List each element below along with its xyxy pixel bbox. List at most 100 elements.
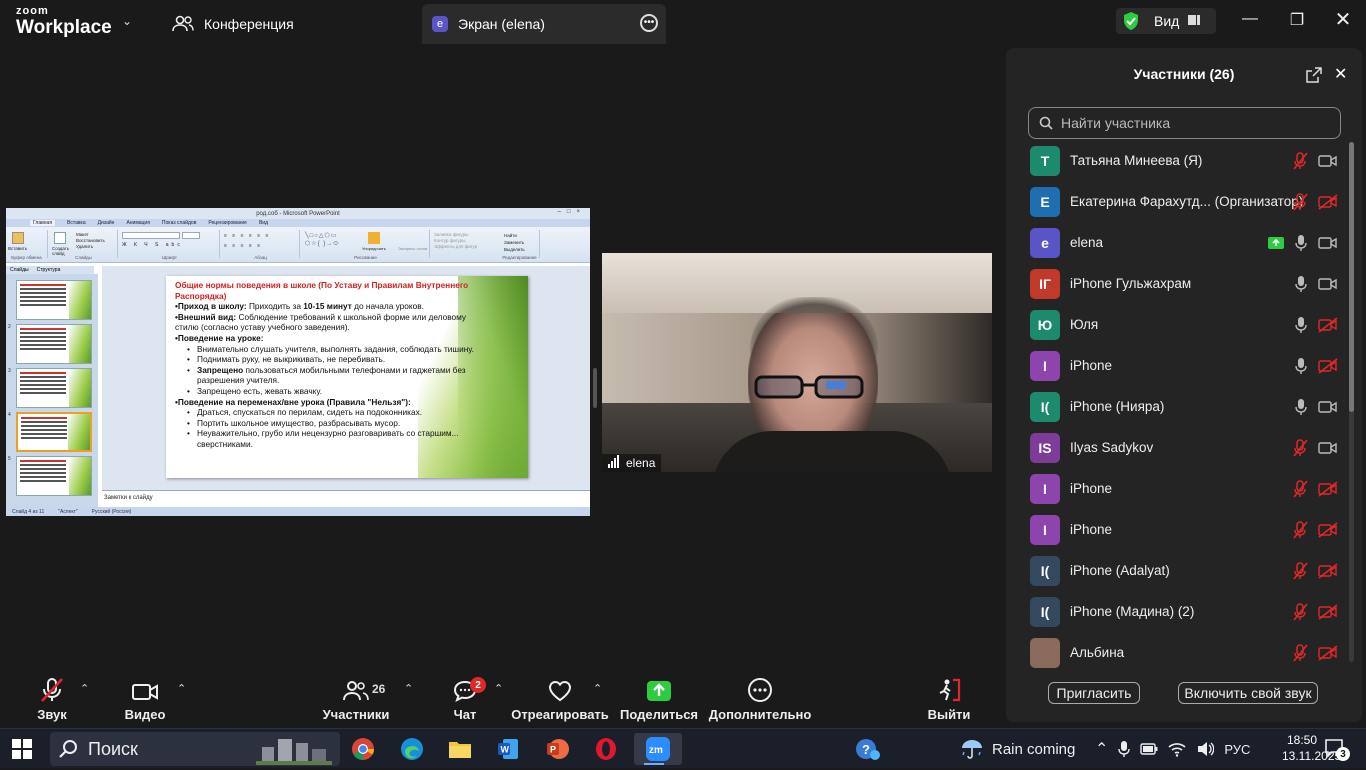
battery-icon[interactable] (1140, 743, 1158, 755)
participant-row[interactable]: I(iPhone (Мадина) (2) (1006, 591, 1350, 632)
volume-icon[interactable] (1196, 741, 1215, 757)
audio-caret-icon[interactable]: ⌃ (80, 682, 89, 695)
participant-row[interactable]: IiPhone (1006, 345, 1350, 386)
camera-icon[interactable] (1318, 441, 1338, 455)
windows-start-icon[interactable] (12, 739, 32, 764)
camera-off-icon[interactable] (1318, 193, 1338, 210)
minimize-icon[interactable]: — (1238, 10, 1262, 28)
share-button[interactable]: Поделиться (609, 676, 709, 722)
mic-icon[interactable] (1294, 234, 1308, 252)
camera-off-icon[interactable] (1318, 562, 1338, 579)
camera-off-icon[interactable] (1318, 480, 1338, 497)
participant-name: Альбина (1070, 645, 1125, 660)
participant-row[interactable]: Альбина (1006, 632, 1350, 668)
participant-status-icons (1268, 234, 1338, 252)
unmute-self-button[interactable]: Включить свой звук (1178, 682, 1318, 704)
zoom-taskbar-icon[interactable]: zm (634, 733, 682, 765)
mic-icon[interactable] (1294, 398, 1308, 416)
chevron-down-icon[interactable]: ⌄ (122, 14, 132, 28)
view-button[interactable]: Вид (1116, 8, 1216, 34)
search-input[interactable] (1061, 115, 1321, 131)
camera-off-icon[interactable] (1318, 521, 1338, 538)
mic-icon[interactable] (1294, 316, 1308, 334)
view-layout-icon (1187, 13, 1201, 30)
participant-row[interactable]: IS Ilyas Sadykov (1006, 427, 1350, 468)
mic-muted-icon[interactable] (1292, 643, 1308, 662)
participant-row[interactable]: I(iPhone (Нияра) (1006, 386, 1350, 427)
system-tray: ⌃ РУС (1095, 729, 1250, 769)
participants-button[interactable]: Участники (306, 676, 406, 722)
pp-status-bar: Слайд 4 из 11 "Аспект" Русский (Россия) (6, 507, 590, 516)
mic-muted-icon[interactable] (1292, 151, 1308, 170)
tab-screen-share[interactable]: e Экран (elena) ••• (422, 4, 666, 44)
close-icon[interactable]: ✕ (1331, 7, 1355, 32)
taskbar-clock[interactable]: 18:50 13.11.2025 (1282, 732, 1341, 764)
participant-row[interactable]: IiPhone (1006, 468, 1350, 509)
pp-tab-animation: Анимация (126, 220, 150, 226)
camera-icon[interactable] (1318, 236, 1338, 250)
more-icon[interactable]: ••• (640, 14, 658, 32)
pp-group-label: Слайды (75, 255, 92, 260)
participant-search[interactable] (1028, 107, 1341, 139)
pp-group-drawing: ╲□○△⬠▭ ⬡☆{ }→⬭ Упорядочить Экспресс-стил… (302, 230, 430, 260)
react-caret-icon[interactable]: ⌃ (593, 682, 602, 695)
participant-row[interactable]: IГ iPhone Гульжахрам (1006, 263, 1350, 304)
mic-muted-icon[interactable] (1292, 602, 1308, 621)
mic-muted-icon[interactable] (1292, 438, 1308, 457)
participant-row[interactable]: IiPhone (1006, 509, 1350, 550)
mic-icon[interactable] (1294, 275, 1308, 293)
chevron-up-icon[interactable]: ⌃ (1095, 739, 1108, 759)
file-explorer-icon[interactable] (440, 733, 480, 765)
pp-window-title: род.соб - Microsoft PowerPoint (256, 210, 340, 217)
language-indicator[interactable]: РУС (1224, 742, 1250, 757)
participant-avatar: I (1030, 350, 1060, 381)
camera-icon[interactable] (1318, 154, 1338, 168)
popout-icon[interactable] (1306, 67, 1322, 83)
taskbar-search[interactable]: Поиск (50, 732, 340, 766)
mic-icon[interactable] (1294, 357, 1308, 375)
invite-button[interactable]: Пригласить (1048, 682, 1140, 704)
video-caret-icon[interactable]: ⌃ (177, 682, 186, 695)
participant-row[interactable]: e elena (1006, 222, 1350, 263)
more-button[interactable]: Дополнительно (709, 676, 811, 722)
chat-caret-icon[interactable]: ⌃ (494, 682, 503, 695)
camera-off-icon[interactable] (1318, 357, 1338, 374)
participant-status-icons (1294, 316, 1338, 334)
pp-slides-tab: Слайды (10, 267, 29, 273)
wifi-icon[interactable] (1168, 741, 1186, 757)
word-icon[interactable]: W (488, 733, 528, 765)
participant-row[interactable]: Т Татьяна Минеева (Я) (1006, 140, 1350, 181)
help-icon[interactable]: ? (848, 733, 888, 765)
participant-row[interactable]: I(iPhone (Adalyat) (1006, 550, 1350, 591)
leave-icon (939, 678, 961, 702)
camera-off-icon[interactable] (1318, 316, 1338, 333)
participant-row[interactable]: Е Екатерина Фарахутд... (Организатор) (1006, 181, 1350, 222)
chat-label: Чат (453, 707, 477, 722)
powerpoint-icon[interactable]: P (537, 733, 577, 765)
pp-delete-label: Удалить (76, 244, 94, 249)
tab-conference[interactable]: Конференция (162, 4, 420, 44)
leave-button[interactable]: Выйти (899, 676, 999, 722)
mic-icon[interactable] (1118, 740, 1131, 758)
edge-icon[interactable] (392, 733, 432, 765)
chrome-icon[interactable] (343, 733, 383, 765)
close-panel-icon[interactable]: ✕ (1334, 64, 1347, 84)
mic-muted-icon[interactable] (1292, 192, 1308, 211)
weather-widget[interactable]: Rain coming (960, 729, 1075, 769)
video-tile[interactable]: elena (602, 253, 992, 472)
mic-muted-icon[interactable] (1292, 520, 1308, 539)
participant-row[interactable]: Ю Юля (1006, 304, 1350, 345)
restore-icon[interactable]: ❐ (1285, 10, 1309, 30)
slide-thumbnail (16, 280, 92, 320)
mic-muted-icon[interactable] (1292, 561, 1308, 580)
opera-icon[interactable] (586, 733, 626, 765)
mic-muted-icon[interactable] (1292, 479, 1308, 498)
pp-group-editing: Найти Заменить Выделить Редактирование (500, 230, 540, 260)
notification-center[interactable]: 3 (1324, 729, 1350, 769)
camera-icon[interactable] (1318, 277, 1338, 291)
split-resize-handle[interactable] (593, 368, 597, 408)
camera-icon[interactable] (1318, 400, 1338, 414)
camera-off-icon[interactable] (1318, 603, 1338, 620)
participants-caret-icon[interactable]: ⌃ (404, 682, 413, 695)
camera-off-icon[interactable] (1318, 644, 1338, 661)
